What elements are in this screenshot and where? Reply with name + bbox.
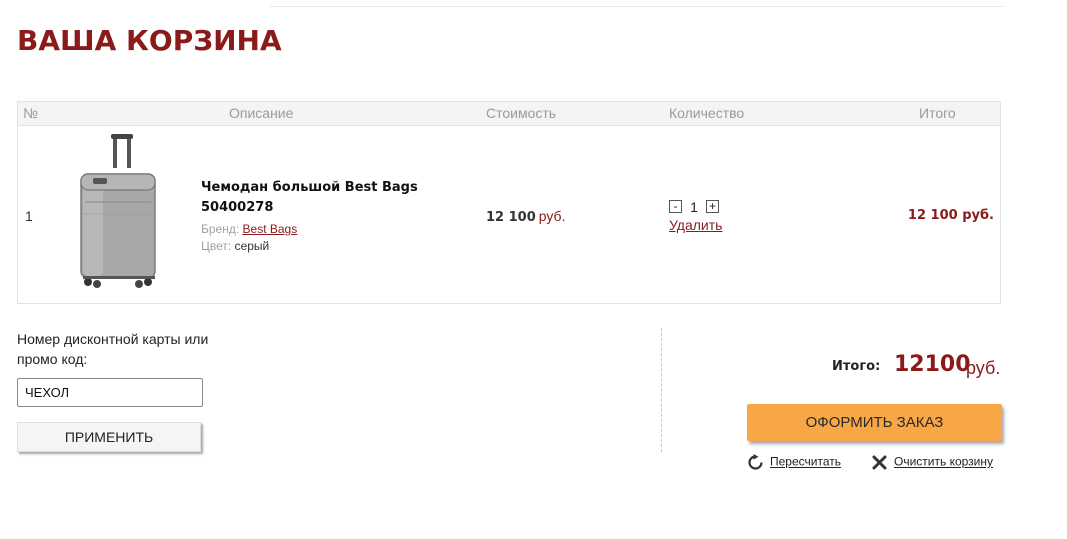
color-value: серый — [234, 239, 270, 253]
header-number: № — [23, 105, 39, 121]
quantity-increase-button[interactable]: + — [706, 200, 719, 214]
brand-label: Бренд: — [201, 222, 240, 236]
product-color: Цвет: серый — [201, 239, 269, 253]
close-icon — [872, 455, 887, 470]
product-brand: Бренд: Best Bags — [201, 222, 297, 236]
vertical-divider — [661, 328, 662, 452]
cart-table: № Описание Стоимость Количество Итого 1 — [17, 101, 1001, 304]
table-header: № Описание Стоимость Количество Итого — [18, 102, 1000, 126]
product-image[interactable] — [73, 134, 163, 294]
color-label: Цвет: — [201, 239, 232, 253]
recalculate-link[interactable]: Пересчитать — [747, 454, 841, 471]
summary-total-value: 12100 — [894, 352, 971, 377]
header-total: Итого — [919, 105, 956, 121]
delete-item-link[interactable]: Удалить — [669, 217, 722, 233]
summary-total-label: Итого: — [832, 359, 881, 374]
clear-cart-label: Очистить корзину — [894, 454, 993, 469]
promo-label: Номер дисконтной карты или промо код: — [17, 331, 209, 367]
brand-link[interactable]: Best Bags — [243, 222, 298, 236]
apply-promo-button[interactable]: ПРИМЕНИТЬ — [17, 422, 201, 452]
header-quantity: Количество — [669, 105, 745, 121]
quantity-decrease-button[interactable]: - — [669, 200, 682, 214]
header-price: Стоимость — [486, 105, 557, 121]
checkout-button[interactable]: ОФОРМИТЬ ЗАКАЗ — [747, 404, 1002, 441]
recalculate-label: Пересчитать — [770, 454, 841, 469]
unit-price: 12 100 руб. — [486, 208, 565, 225]
refresh-icon — [748, 454, 763, 470]
clear-cart-link[interactable]: Очистить корзину — [871, 454, 993, 471]
price-value: 12 100 — [486, 210, 536, 225]
row-number: 1 — [25, 208, 33, 224]
price-currency: руб. — [538, 208, 566, 224]
quantity-value[interactable]: 1 — [682, 199, 706, 215]
table-row: 1 Чемодан большой Best Bags 50400278 Бре… — [18, 126, 1000, 304]
top-divider — [270, 6, 1003, 7]
page-title: ВАША КОРЗИНА — [17, 24, 282, 57]
summary-total-currency: руб. — [966, 358, 1001, 378]
row-total: 12 100 руб. — [907, 208, 994, 223]
header-description: Описание — [229, 105, 294, 121]
promo-code-input[interactable] — [17, 378, 203, 407]
quantity-stepper: -1 + — [669, 198, 719, 216]
product-name[interactable]: Чемодан большой Best Bags 50400278 — [201, 178, 441, 218]
